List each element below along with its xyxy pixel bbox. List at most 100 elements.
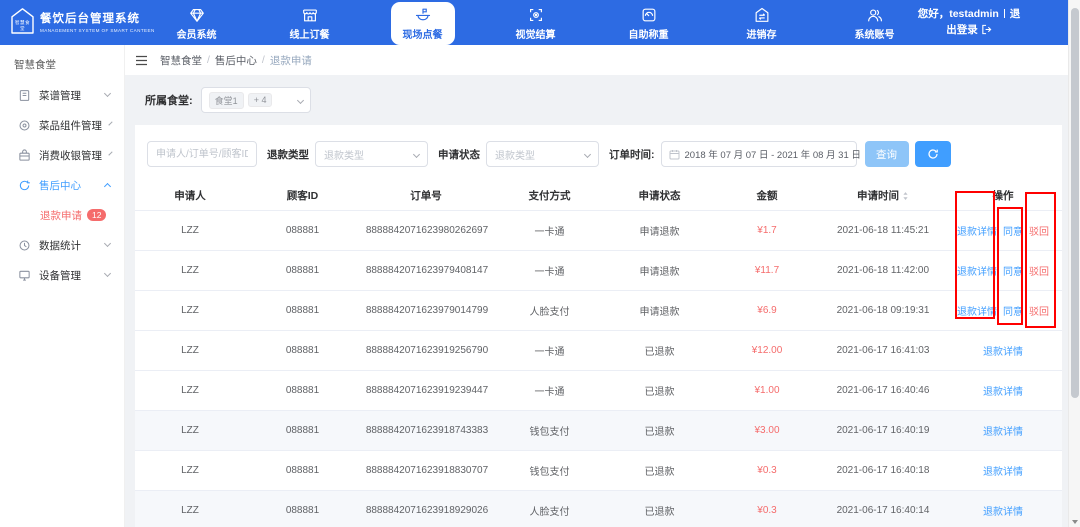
action-refund-detail-link[interactable]: 退款详情 <box>983 467 1023 478</box>
cell-actions: 退款详情 <box>944 463 1062 478</box>
action-refund-detail-link[interactable]: 退款详情 <box>983 427 1023 438</box>
collapse-menu-icon[interactable] <box>135 55 148 66</box>
canteen-tag: 食堂1 <box>209 92 244 109</box>
chevron-down-icon <box>297 96 304 103</box>
sidebar-subitem-refund-request[interactable]: 退款申请 12 <box>0 200 124 230</box>
cell-order-no: 8888842071623979014799 <box>360 304 492 318</box>
cell-status: 已退款 <box>607 463 712 478</box>
sidebar-title: 智慧食堂 <box>0 45 124 80</box>
top-nav: 会员系统 线上订餐 现场点餐 视觉结算 自助称重 进销存 <box>140 1 931 45</box>
aftersale-icon <box>18 179 31 192</box>
breadcrumb-item-home[interactable]: 智慧食堂 <box>160 53 202 68</box>
sidebar-item-aftersale-center[interactable]: 售后中心 <box>0 170 124 200</box>
cell-applicant: LZZ <box>135 465 245 476</box>
cell-applicant: LZZ <box>135 305 245 316</box>
cell-customer-id: 088881 <box>245 305 360 316</box>
action-refund-detail-link[interactable]: 退款详情 <box>983 387 1023 398</box>
nav-item-inventory[interactable]: 进销存 <box>705 1 818 45</box>
action-refund-detail-link[interactable]: 退款详情 <box>983 507 1023 518</box>
cell-customer-id: 088881 <box>245 505 360 516</box>
component-icon <box>18 119 31 132</box>
apply-status-label: 申请状态 <box>438 147 480 162</box>
nav-label: 自助称重 <box>629 26 669 41</box>
cell-apply-time: 2021-06-17 16:41:03 <box>822 345 944 356</box>
canteen-filter-label: 所属食堂: <box>145 92 193 108</box>
chevron-down-icon <box>104 270 111 277</box>
sidebar-item-label: 数据统计 <box>39 238 81 253</box>
cell-order-no: 8888842071623918743383 <box>360 424 492 438</box>
brand-logo-icon: 智慧食堂 <box>10 7 35 35</box>
breadcrumb-item-aftersale[interactable]: 售后中心 <box>215 53 257 68</box>
cell-apply-time: 2021-06-18 11:45:21 <box>822 225 944 236</box>
gem-icon <box>188 6 206 24</box>
cell-applicant: LZZ <box>135 345 245 356</box>
chevron-up-icon <box>104 183 111 190</box>
col-amount: 金额 <box>712 188 822 203</box>
order-time-range[interactable]: 2018 年 07 月 07 日 - 2021 年 08 月 31 日 <box>661 141 857 167</box>
cell-actions: 退款详情 <box>944 503 1062 518</box>
sidebar-item-dish-component-mgmt[interactable]: 菜品组件管理 <box>0 110 124 140</box>
shop-icon <box>301 6 319 24</box>
stats-icon <box>18 239 31 252</box>
col-status: 申请状态 <box>607 188 712 203</box>
table-row: LZZ 088881 8888842071623919256790 一卡通 已退… <box>135 331 1062 371</box>
cell-applicant: LZZ <box>135 425 245 436</box>
apply-status-placeholder: 退款类型 <box>495 147 535 162</box>
col-applicant: 申请人 <box>135 188 245 203</box>
col-payment: 支付方式 <box>492 188 607 203</box>
cell-status: 已退款 <box>607 343 712 358</box>
sidebar-item-label: 设备管理 <box>39 268 81 283</box>
cell-customer-id: 088881 <box>245 385 360 396</box>
cell-order-no: 8888842071623919256790 <box>360 344 492 358</box>
refresh-button[interactable] <box>915 141 951 167</box>
chevron-down-icon <box>104 90 111 97</box>
stock-icon <box>753 6 771 24</box>
cell-amount: ¥12.00 <box>712 345 822 356</box>
scrollbar-down-arrow[interactable] <box>1072 520 1078 524</box>
canteen-select[interactable]: 食堂1 + 4 <box>201 87 311 113</box>
cell-amount: ¥3.00 <box>712 425 822 436</box>
cell-payment: 一卡通 <box>492 343 607 358</box>
sidebar: 智慧食堂 菜谱管理 菜品组件管理 消费收银管理 售后中心 退款申请 12 数据统… <box>0 45 125 527</box>
content-area: 智慧食堂 / 售后中心 / 退款申请 所属食堂: 食堂1 + 4 退款类型 退款… <box>125 45 1080 527</box>
chevron-down-icon <box>108 151 112 155</box>
nav-item-online-order[interactable]: 线上订餐 <box>253 1 366 45</box>
breadcrumb: 智慧食堂 / 售后中心 / 退款申请 <box>160 53 312 68</box>
sidebar-item-data-stats[interactable]: 数据统计 <box>0 230 124 260</box>
breadcrumb-item-current: 退款申请 <box>270 53 312 68</box>
cell-customer-id: 088881 <box>245 225 360 236</box>
cell-order-no: 8888842071623919239447 <box>360 384 492 398</box>
apply-status-select[interactable]: 退款类型 <box>486 141 599 167</box>
refund-type-select[interactable]: 退款类型 <box>315 141 428 167</box>
sidebar-item-cashier-mgmt[interactable]: 消费收银管理 <box>0 140 124 170</box>
nav-item-self-weigh[interactable]: 自助称重 <box>592 1 705 45</box>
table-row: LZZ 088881 8888842071623980262697 一卡通 申请… <box>135 211 1062 251</box>
nav-item-onsite-order[interactable]: 现场点餐 <box>366 1 479 45</box>
cell-status: 已退款 <box>607 423 712 438</box>
sidebar-item-label: 菜谱管理 <box>39 88 81 103</box>
refund-table: 申请人 顾客ID 订单号 支付方式 申请状态 金额 申请时间 操作 LZZ 08… <box>135 181 1062 527</box>
sidebar-item-menu-mgmt[interactable]: 菜谱管理 <box>0 80 124 110</box>
sidebar-item-label: 菜品组件管理 <box>39 118 102 133</box>
sidebar-item-device-mgmt[interactable]: 设备管理 <box>0 260 124 290</box>
device-icon <box>18 269 31 282</box>
search-button[interactable]: 查询 <box>865 141 909 167</box>
main-layout: 智慧食堂 菜谱管理 菜品组件管理 消费收银管理 售后中心 退款申请 12 数据统… <box>0 45 1080 527</box>
table-row: LZZ 088881 8888842071623918830707 钱包支付 已… <box>135 451 1062 491</box>
table-row: LZZ 088881 8888842071623918743383 钱包支付 已… <box>135 411 1062 451</box>
cell-customer-id: 088881 <box>245 465 360 476</box>
cell-amount: ¥0.3 <box>712 465 822 476</box>
nav-item-member-system[interactable]: 会员系统 <box>140 1 253 45</box>
cell-customer-id: 088881 <box>245 265 360 276</box>
logout-icon <box>981 24 992 35</box>
filter-row: 退款类型 退款类型 申请状态 退款类型 订单时间: 2018 年 07 月 07… <box>147 141 1062 167</box>
nav-item-vision-checkout[interactable]: 视觉结算 <box>479 1 592 45</box>
cell-apply-time: 2021-06-18 11:42:00 <box>822 265 944 276</box>
cashier-icon <box>18 149 31 162</box>
keyword-input[interactable] <box>147 141 257 167</box>
sort-caret-icon[interactable] <box>902 191 909 201</box>
action-refund-detail-link[interactable]: 退款详情 <box>983 347 1023 358</box>
scrollbar-thumb[interactable] <box>1071 8 1079 398</box>
cell-apply-time: 2021-06-17 16:40:19 <box>822 425 944 436</box>
refund-card: 退款类型 退款类型 申请状态 退款类型 订单时间: 2018 年 07 月 07… <box>135 125 1062 527</box>
